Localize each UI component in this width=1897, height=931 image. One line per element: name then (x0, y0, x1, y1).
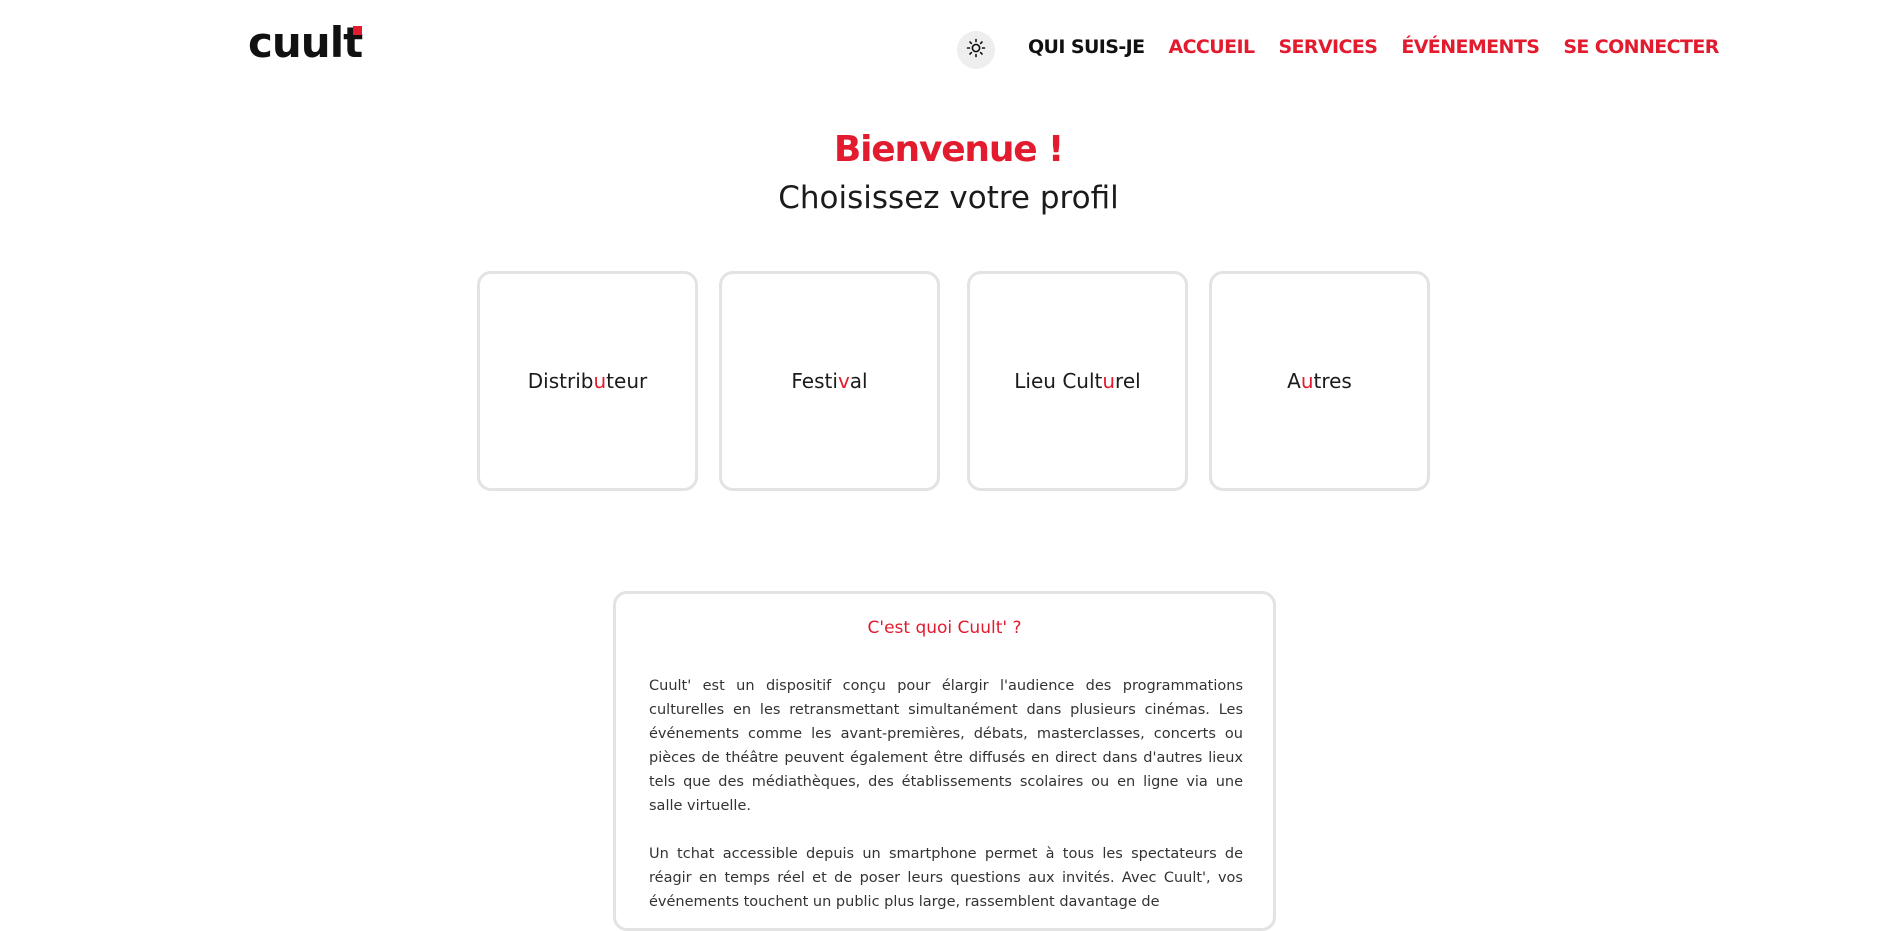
nav-link-services[interactable]: SERVICES (1278, 36, 1377, 58)
about-paragraph-2: Un tchat accessible depuis un smartphone… (649, 846, 1243, 910)
nav-link-about[interactable]: QUI SUIS-JE (1028, 36, 1145, 58)
about-paragraph-1: Cuult' est un dispositif conçu pour élar… (649, 678, 1243, 814)
main-nav: QUI SUIS-JE ACCUEIL SERVICES ÉVÉNEMENTS … (1028, 36, 1743, 58)
nav-link-home[interactable]: ACCUEIL (1168, 36, 1255, 58)
nav-link-login[interactable]: SE CONNECTER (1563, 36, 1719, 58)
logo-accent-mark (353, 26, 362, 35)
choose-profile-subtitle: Choisissez votre profil (778, 180, 1119, 216)
about-cuult-box: C'est quoi Cuult' ? Cuult' est un dispos… (613, 591, 1276, 931)
about-title: C'est quoi Cuult' ? (867, 618, 1022, 638)
cuult-logo[interactable]: cuult (248, 22, 363, 64)
profile-card-label: Distributeur (527, 369, 648, 393)
profile-card-festival[interactable]: Festival (719, 271, 940, 491)
profile-card-autres[interactable]: Autres (1209, 271, 1430, 491)
profile-card-label: Lieu Culturel (1014, 369, 1141, 393)
nav-link-events[interactable]: ÉVÉNEMENTS (1401, 36, 1540, 58)
profile-card-distributeur[interactable]: Distributeur (477, 271, 698, 491)
logo-text: cuult (248, 18, 363, 67)
welcome-title: Bienvenue ! (833, 129, 1064, 170)
profile-card-lieu-culturel[interactable]: Lieu Culturel (967, 271, 1188, 491)
profile-card-label: Festival (791, 369, 868, 393)
profile-card-label: Autres (1287, 369, 1352, 393)
sun-icon (966, 38, 986, 62)
site-header: cuult QUI SUIS-JE ACCUEIL SERVICES ÉVÉNE… (0, 0, 1897, 100)
theme-toggle-button[interactable] (957, 31, 995, 69)
